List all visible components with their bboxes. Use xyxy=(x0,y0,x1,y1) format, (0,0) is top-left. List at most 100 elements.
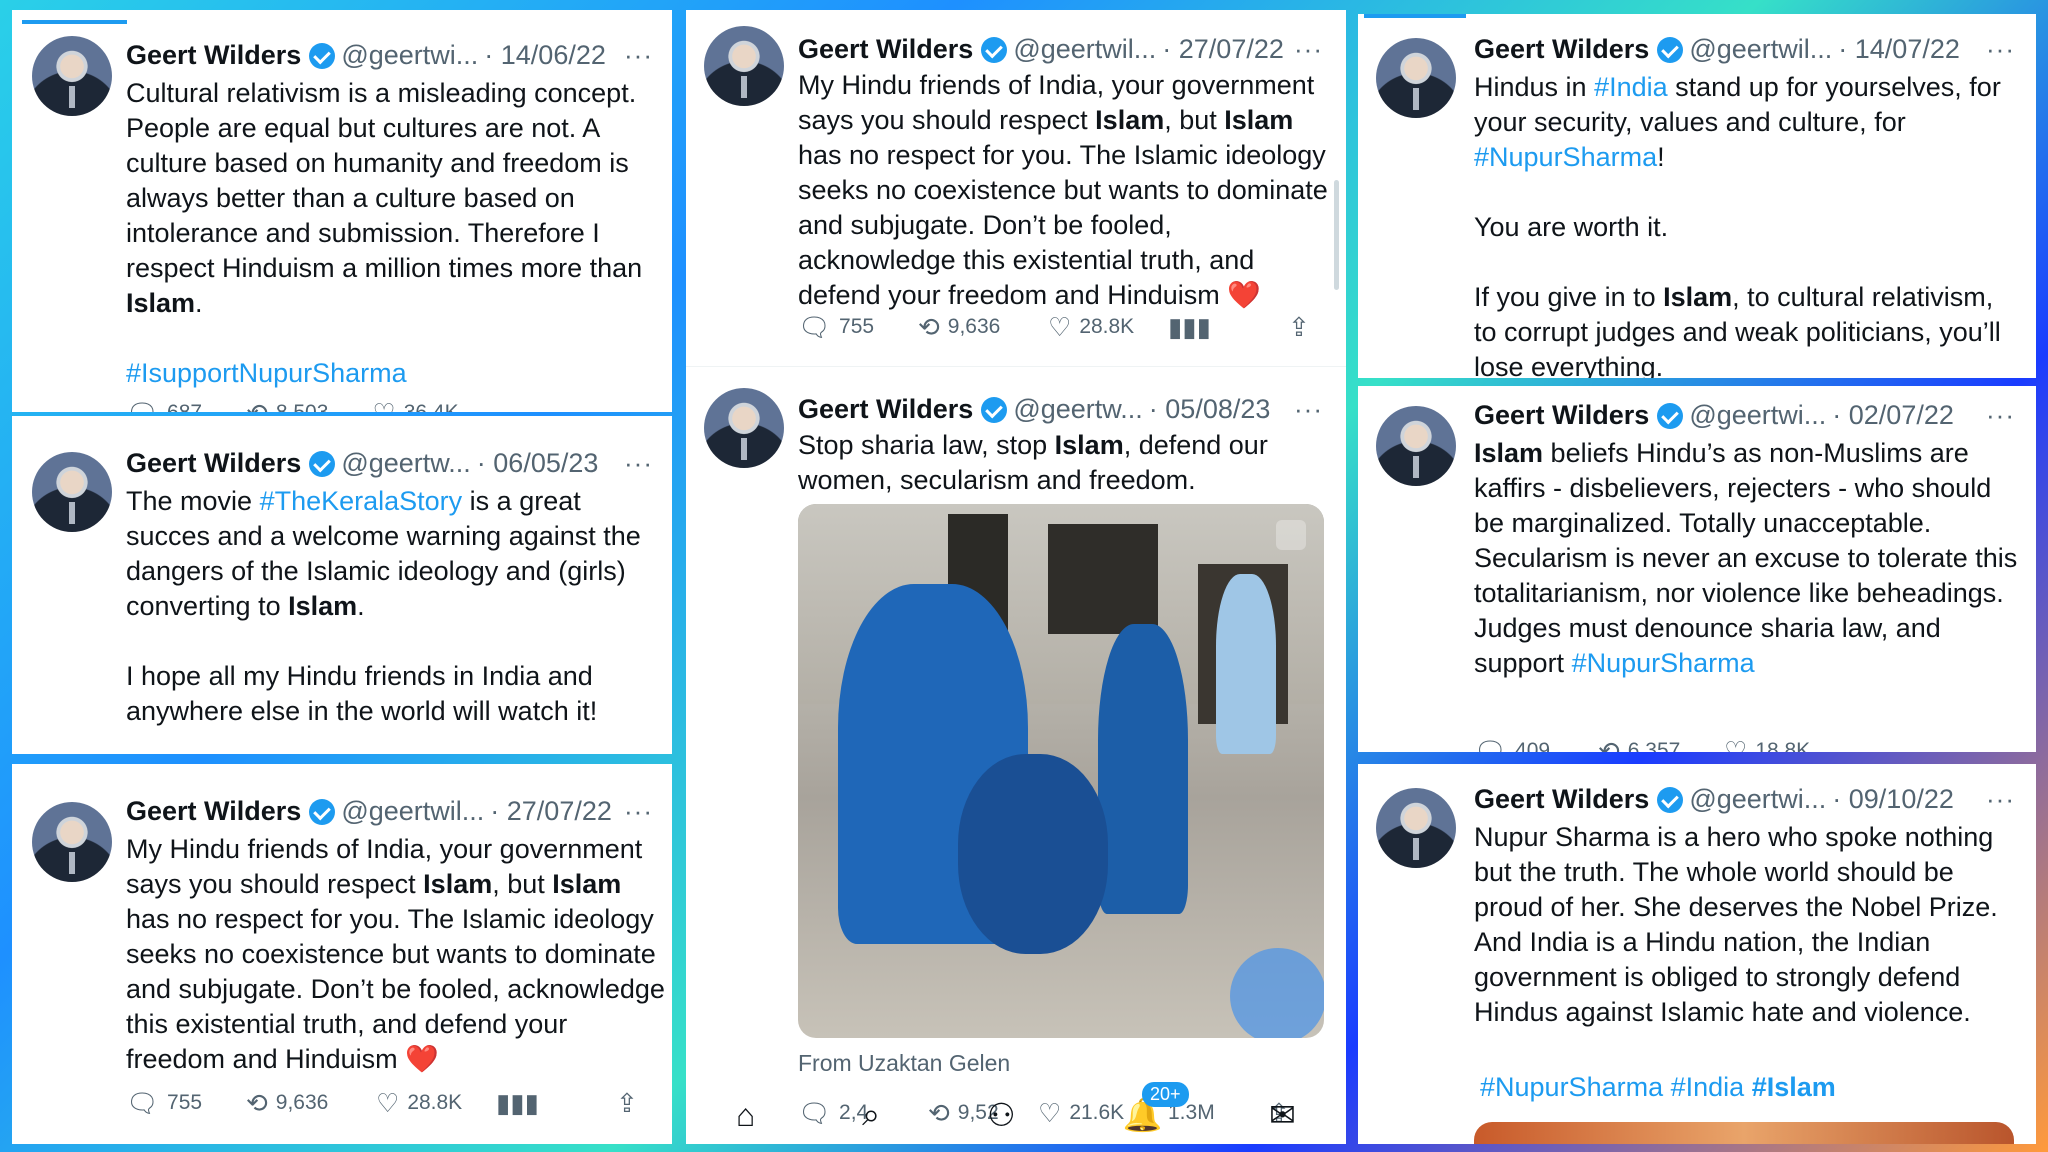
tweet-header: Geert Wilders @geertw... · 05/08/23 xyxy=(798,394,1270,425)
media-preview[interactable] xyxy=(1474,1122,2014,1144)
video-thumbnail[interactable] xyxy=(798,504,1324,1038)
author-name[interactable]: Geert Wilders xyxy=(798,394,973,425)
hashtag-link[interactable]: #NupurSharma xyxy=(1474,142,1657,172)
reply-count: 687 xyxy=(167,401,202,412)
hashtag-link[interactable]: #IsupportNupurSharma xyxy=(126,358,407,388)
more-icon[interactable]: ··· xyxy=(1986,784,2015,815)
tweet-date[interactable]: · 05/08/23 xyxy=(1149,394,1271,425)
author-name[interactable]: Geert Wilders xyxy=(1474,400,1649,431)
notification-badge: 20+ xyxy=(1142,1082,1189,1107)
author-name[interactable]: Geert Wilders xyxy=(1474,784,1649,815)
figure-kneeling xyxy=(958,754,1108,954)
avatar[interactable] xyxy=(32,452,112,532)
tweet-date[interactable]: · 14/06/22 xyxy=(484,40,606,71)
tweet-date[interactable]: · 14/07/22 xyxy=(1838,34,1960,65)
avatar[interactable] xyxy=(1376,38,1456,118)
reply-count: 755 xyxy=(839,315,875,338)
tweet-card-4: Geert Wilders @geertwil... · 27/07/22 ··… xyxy=(686,10,1346,1144)
avatar[interactable] xyxy=(32,802,112,882)
like-count: 18.8K xyxy=(1755,739,1811,752)
retweet-button[interactable]: ⟲ 8,503 xyxy=(246,400,328,412)
more-icon[interactable]: ··· xyxy=(624,448,653,479)
avatar[interactable] xyxy=(704,26,784,106)
author-name[interactable]: Geert Wilders xyxy=(798,34,973,65)
like-button[interactable]: ♡ 36.4K xyxy=(372,400,458,412)
like-count: 28.8K xyxy=(407,1091,463,1114)
media-caption: From Uzaktan Gelen xyxy=(798,1050,1011,1076)
author-handle[interactable]: @geertw... xyxy=(1013,394,1142,425)
more-icon[interactable]: ··· xyxy=(624,796,653,827)
search-icon[interactable]: ⌕ xyxy=(862,1096,880,1134)
reply-button[interactable]: 🗨 687 xyxy=(126,400,202,412)
tweet-date[interactable]: · 27/07/22 xyxy=(1162,34,1284,65)
hashtag-link[interactable]: #India xyxy=(1594,72,1668,102)
tweet-date[interactable]: · 06/05/23 xyxy=(477,448,599,479)
tweet-header: Geert Wilders @geertwi... · 09/10/22 xyxy=(1474,784,1954,815)
avatar[interactable] xyxy=(32,36,112,116)
reply-icon: 🗨 xyxy=(1474,736,1508,752)
tweet-text: Islam beliefs Hindu’s as non-Muslims are… xyxy=(1474,436,2022,681)
tweet-text: The movie #TheKeralaStory is a great suc… xyxy=(126,484,666,729)
verified-icon xyxy=(981,36,1008,63)
hashtag-link[interactable]: #India xyxy=(1671,1072,1745,1102)
like-button[interactable]: ♡ 28.8K xyxy=(376,1090,496,1116)
hashtag-link[interactable]: #TheKeralaStory xyxy=(260,486,463,516)
scrollbar[interactable] xyxy=(1334,180,1339,290)
share-button[interactable]: ⇪ xyxy=(1288,314,1310,340)
hashtag-link[interactable]: #NupurSharma xyxy=(1572,648,1755,678)
like-button[interactable]: ♡ 28.8K xyxy=(1048,314,1168,340)
tweet-date[interactable]: · 27/07/22 xyxy=(490,796,612,827)
retweet-button[interactable]: ⟲ 9,636 xyxy=(246,1090,376,1116)
more-icon[interactable]: ··· xyxy=(1986,34,2015,65)
author-handle[interactable]: @geertwil... xyxy=(1013,34,1156,65)
tweet-date[interactable]: · 02/07/22 xyxy=(1832,400,1954,431)
share-button[interactable]: ⇪ xyxy=(616,1090,638,1116)
author-handle[interactable]: @geertwil... xyxy=(341,796,484,827)
communities-icon[interactable]: ⚇ xyxy=(987,1096,1016,1134)
more-icon[interactable]: ··· xyxy=(1986,400,2015,431)
like-button[interactable]: ♡ 18.8K xyxy=(1724,738,1850,752)
home-icon[interactable]: ⌂ xyxy=(736,1097,755,1134)
bold-word: Islam xyxy=(1663,282,1733,312)
retweet-icon: ⟲ xyxy=(246,1088,268,1118)
author-name[interactable]: Geert Wilders xyxy=(1474,34,1649,65)
verified-icon xyxy=(309,42,336,69)
views-icon: ▮▮▮ xyxy=(496,1088,539,1118)
more-icon[interactable]: ··· xyxy=(624,40,653,71)
views-button[interactable]: ▮▮▮ xyxy=(1168,314,1288,340)
reply-button[interactable]: 🗨 755 xyxy=(798,314,918,340)
retweet-button[interactable]: ⟲ 6,357 xyxy=(1598,738,1724,752)
float-button[interactable] xyxy=(1230,948,1324,1038)
views-button[interactable]: ▮▮▮ xyxy=(496,1090,616,1116)
hashtag-link[interactable]: #Islam xyxy=(1752,1072,1836,1102)
more-icon[interactable]: ··· xyxy=(1294,34,1323,65)
like-icon: ♡ xyxy=(1724,736,1748,752)
tweet-date[interactable]: · 09/10/22 xyxy=(1832,784,1954,815)
author-handle[interactable]: @geertw... xyxy=(341,448,470,479)
more-icon[interactable]: ··· xyxy=(1294,394,1323,425)
reply-button[interactable]: 🗨 409 xyxy=(1474,738,1598,752)
author-handle[interactable]: @geertwi... xyxy=(1689,400,1826,431)
avatar[interactable] xyxy=(704,388,784,468)
tweet-actions: 🗨 755 ⟲ 9,636 ♡ 28.8K ▮▮▮ ⇪ xyxy=(798,314,1338,340)
messages-icon[interactable]: ✉ xyxy=(1269,1096,1296,1134)
tweet-card-1: Geert Wilders @geertwi... · 14/06/22 ···… xyxy=(12,10,672,412)
avatar[interactable] xyxy=(1376,788,1456,868)
tab-indicator xyxy=(1364,14,1466,18)
text-segment: . xyxy=(357,591,365,621)
media-options-icon[interactable] xyxy=(1276,520,1306,550)
reply-button[interactable]: 🗨 755 xyxy=(126,1090,246,1116)
like-count: 28.8K xyxy=(1079,315,1135,338)
tweet-actions: 🗨 409 ⟲ 6,357 ♡ 18.8K xyxy=(1474,738,2024,752)
author-handle[interactable]: @geertwi... xyxy=(1689,784,1826,815)
author-name[interactable]: Geert Wilders xyxy=(126,796,301,827)
author-name[interactable]: Geert Wilders xyxy=(126,40,301,71)
author-handle[interactable]: @geertwil... xyxy=(1689,34,1832,65)
hashtag-link[interactable]: #NupurSharma xyxy=(1480,1072,1663,1102)
author-handle[interactable]: @geertwi... xyxy=(341,40,478,71)
tweet-header: Geert Wilders @geertw... · 06/05/23 xyxy=(126,448,598,479)
retweet-button[interactable]: ⟲ 9,636 xyxy=(918,314,1048,340)
author-name[interactable]: Geert Wilders xyxy=(126,448,301,479)
avatar[interactable] xyxy=(1376,406,1456,486)
retweet-icon: ⟲ xyxy=(1598,736,1620,752)
